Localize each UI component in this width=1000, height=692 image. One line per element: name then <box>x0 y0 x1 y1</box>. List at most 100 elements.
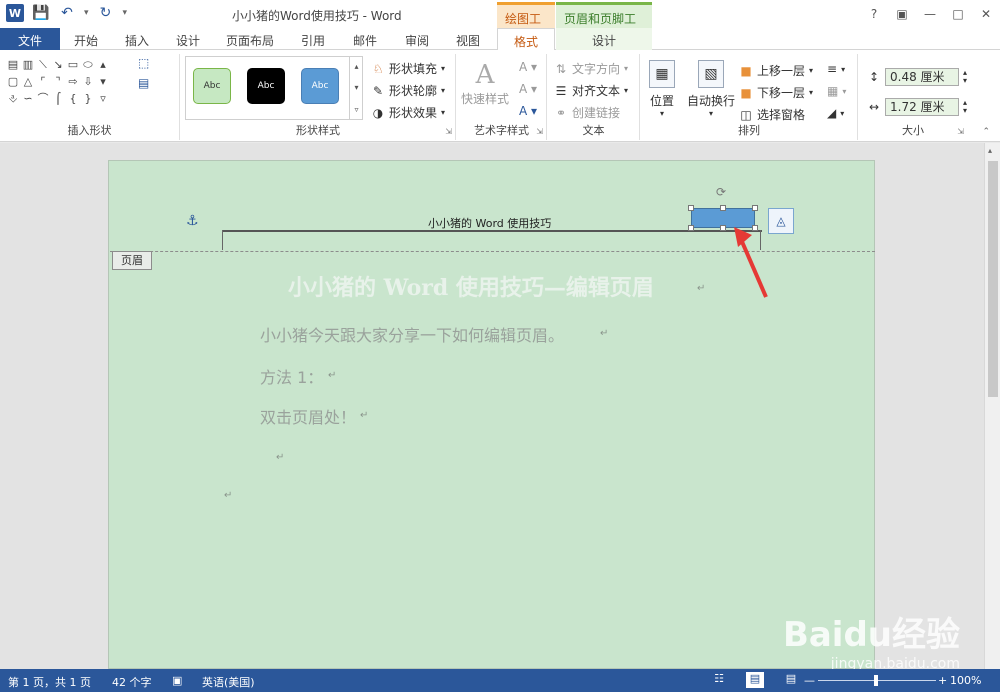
redo-icon[interactable]: ↻ <box>97 5 115 21</box>
elbow-shape-icon[interactable]: ⌝ <box>51 75 65 89</box>
wrap-text-button[interactable]: ▧ 自动换行 ▾ <box>687 60 735 118</box>
quick-styles-button[interactable]: A 快速样式 <box>461 60 509 107</box>
dialog-launcher-icon[interactable]: ⇲ <box>957 127 964 136</box>
resize-handle[interactable] <box>752 205 758 211</box>
arc-shape-icon[interactable]: ⌒ <box>36 92 50 106</box>
down-arrow-shape-icon[interactable]: ⇩ <box>81 75 95 89</box>
tab-review[interactable]: 审阅 <box>397 28 437 50</box>
curve-shape-icon[interactable]: ∽ <box>21 92 35 106</box>
tab-references[interactable]: 引用 <box>293 28 333 50</box>
styles-more-icon[interactable]: ▿ <box>354 105 358 114</box>
tab-format[interactable]: 格式 <box>497 28 555 51</box>
left-brace-shape-icon[interactable]: { <box>66 92 80 106</box>
tab-insert[interactable]: 插入 <box>117 28 157 50</box>
tab-design[interactable]: 设计 <box>168 28 208 50</box>
text-fill-icon[interactable]: A ▾ <box>519 60 537 74</box>
maximize-icon[interactable]: □ <box>944 0 972 28</box>
shape-style-blue[interactable]: Abc <box>301 68 339 104</box>
resize-handle[interactable] <box>720 205 726 211</box>
gallery-down-icon[interactable]: ▾ <box>96 75 110 89</box>
rotate-objects-icon[interactable]: ◢ ▾ <box>827 106 844 120</box>
tab-home[interactable]: 开始 <box>66 28 106 50</box>
undo-icon[interactable]: ↶ <box>58 5 76 21</box>
tab-mailings[interactable]: 邮件 <box>345 28 385 50</box>
proofing-icon[interactable]: ▣ <box>172 674 182 687</box>
line-shape-icon[interactable]: ⟍ <box>36 58 50 72</box>
language-status[interactable]: 英语(美国) <box>202 674 255 690</box>
group-objects-icon[interactable]: ▦ ▾ <box>827 84 846 98</box>
tab-file[interactable]: 文件 <box>0 28 60 50</box>
textbox-shape-icon[interactable]: ▤ <box>6 58 20 72</box>
edit-shape-icon[interactable]: ⬚ <box>138 56 149 70</box>
vertical-textbox-shape-icon[interactable]: ▥ <box>21 58 35 72</box>
freeform-shape-icon[interactable]: ⎀ <box>6 92 20 106</box>
rectangle-shape-icon[interactable]: ▭ <box>66 58 80 72</box>
shape-effects-button[interactable]: ◑ 形状效果 ▾ <box>371 104 445 121</box>
position-button[interactable]: ▦ 位置 ▾ <box>649 60 675 118</box>
shape-fill-button[interactable]: ♘ 形状填充 ▾ <box>371 60 445 77</box>
shapes-gallery[interactable]: ▤ ▥ ⟍ ↘ ▭ ⬭ ▴ ▢ △ ⌜ ⌝ ⇨ ⇩ ▾ ⎀ ∽ ⌒ ⌠ { } … <box>6 58 126 106</box>
shape-style-green[interactable]: Abc <box>193 68 231 104</box>
scroll-up-icon[interactable]: ▴ <box>988 146 992 155</box>
zoom-in-icon[interactable]: + <box>938 674 947 687</box>
word-app-icon[interactable]: W <box>6 4 24 22</box>
send-backward-button[interactable]: ■ 下移一层 ▾ <box>739 84 813 101</box>
align-text-button[interactable]: ☰ 对齐文本 ▾ <box>554 82 628 99</box>
shape-height-input[interactable]: 0.48 厘米 <box>885 68 959 86</box>
text-outline-icon[interactable]: A ▾ <box>519 82 537 96</box>
close-icon[interactable]: ✕ <box>972 0 1000 28</box>
tab-page-layout[interactable]: 页面布局 <box>220 28 280 50</box>
bring-forward-button[interactable]: ■ 上移一层 ▾ <box>739 62 813 79</box>
rounded-rect-shape-icon[interactable]: ▢ <box>6 75 20 89</box>
paragraph-3[interactable]: 双击页眉处！ <box>260 404 356 428</box>
vertical-scrollbar[interactable]: ▴ <box>984 143 1000 669</box>
paragraph-1[interactable]: 小小猪今天跟大家分享一下如何编辑页眉。 <box>260 322 564 346</box>
right-arrow-shape-icon[interactable]: ⇨ <box>66 75 80 89</box>
arrow-line-shape-icon[interactable]: ↘ <box>51 58 65 72</box>
shape-width-input[interactable]: 1.72 厘米 <box>885 98 959 116</box>
text-direction-button[interactable]: ⇅ 文字方向 ▾ <box>554 60 628 77</box>
word-count[interactable]: 42 个字 <box>112 674 152 690</box>
scroll-thumb[interactable] <box>988 161 998 397</box>
read-mode-icon[interactable]: ☷ <box>710 672 728 688</box>
height-spinner-icon[interactable]: ▴ ▾ <box>963 69 967 85</box>
minimize-icon[interactable]: — <box>916 0 944 28</box>
dialog-launcher-icon[interactable]: ⇲ <box>536 127 543 136</box>
create-link-button[interactable]: ⚭ 创建链接 <box>554 104 620 121</box>
page-count[interactable]: 第 1 页，共 1 页 <box>8 674 91 690</box>
customize-qat-icon[interactable]: ▾ <box>123 8 128 18</box>
paragraph-2[interactable]: 方法 1： <box>260 364 323 388</box>
save-icon[interactable]: 💾 <box>32 5 50 21</box>
gallery-more-icon[interactable]: ▿ <box>96 92 110 106</box>
document-heading[interactable]: 小小猪的 Word 使用技巧—编辑页眉 <box>288 270 654 302</box>
zoom-slider-thumb[interactable] <box>874 675 878 686</box>
resize-handle[interactable] <box>688 225 694 231</box>
rotate-handle-icon[interactable]: ⟳ <box>716 185 726 199</box>
shape-style-black[interactable]: Abc <box>247 68 285 104</box>
print-layout-icon[interactable]: ▤ <box>746 672 764 688</box>
header-text[interactable]: 小小猪的 Word 使用技巧 <box>428 215 551 231</box>
help-icon[interactable]: ? <box>860 0 888 28</box>
styles-scroll[interactable]: ▴ ▾ ▿ <box>349 56 363 120</box>
text-effects-icon[interactable]: A ▾ <box>519 104 537 118</box>
dialog-launcher-icon[interactable]: ⇲ <box>445 127 452 136</box>
selection-pane-button[interactable]: ◫ 选择窗格 <box>739 106 805 123</box>
oval-shape-icon[interactable]: ⬭ <box>81 58 95 72</box>
connector-shape-icon[interactable]: ⌜ <box>36 75 50 89</box>
collapse-ribbon-icon[interactable]: ⌃ <box>982 127 990 137</box>
web-layout-icon[interactable]: ▤ <box>782 672 800 688</box>
styles-down-icon[interactable]: ▾ <box>354 83 358 92</box>
styles-up-icon[interactable]: ▴ <box>354 62 358 71</box>
resize-handle[interactable] <box>720 225 726 231</box>
zoom-level[interactable]: 100% <box>950 674 981 687</box>
gallery-up-icon[interactable]: ▴ <box>96 58 110 72</box>
tab-hf-design[interactable]: 设计 <box>556 28 652 50</box>
zoom-out-icon[interactable]: — <box>804 674 815 687</box>
ribbon-display-icon[interactable]: ▣ <box>888 0 916 28</box>
bracket-shape-icon[interactable]: ⌠ <box>51 92 65 106</box>
align-objects-icon[interactable]: ≡ ▾ <box>827 62 845 76</box>
undo-dropdown-icon[interactable]: ▾ <box>84 8 89 18</box>
resize-handle[interactable] <box>688 205 694 211</box>
width-spinner-icon[interactable]: ▴ ▾ <box>963 99 967 115</box>
triangle-shape-icon[interactable]: △ <box>21 75 35 89</box>
